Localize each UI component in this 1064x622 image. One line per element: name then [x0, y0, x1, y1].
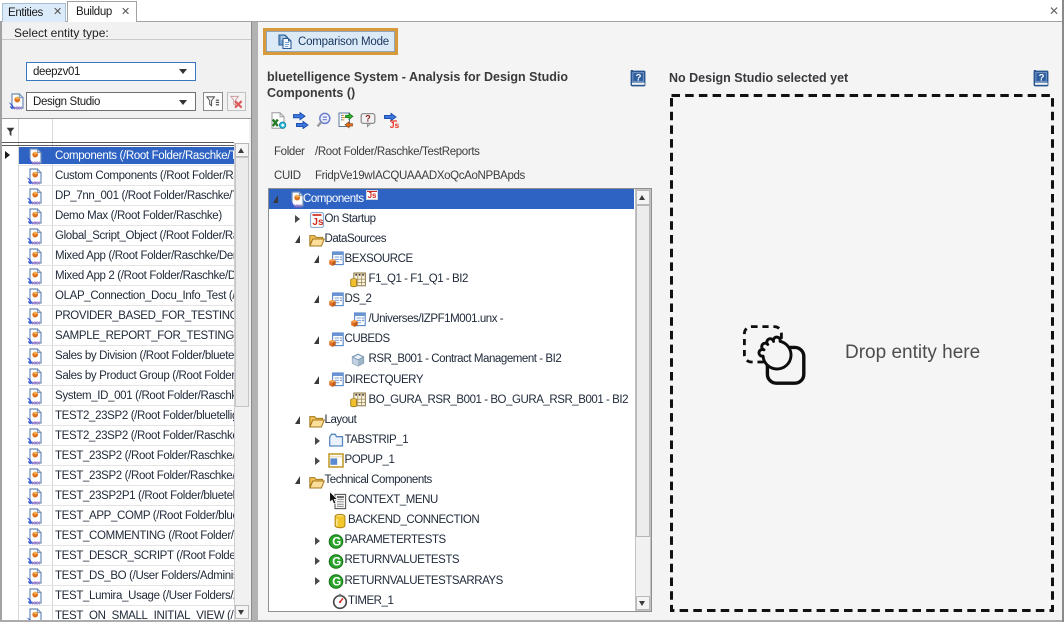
svg-text:G: G [332, 557, 341, 569]
svg-text:?: ? [636, 72, 642, 83]
svg-text:G: G [332, 577, 341, 589]
svg-text:?: ? [365, 114, 371, 124]
svg-text:?: ? [1039, 72, 1045, 83]
svg-text:G: G [332, 536, 341, 548]
svg-text:Js: Js [312, 217, 324, 228]
